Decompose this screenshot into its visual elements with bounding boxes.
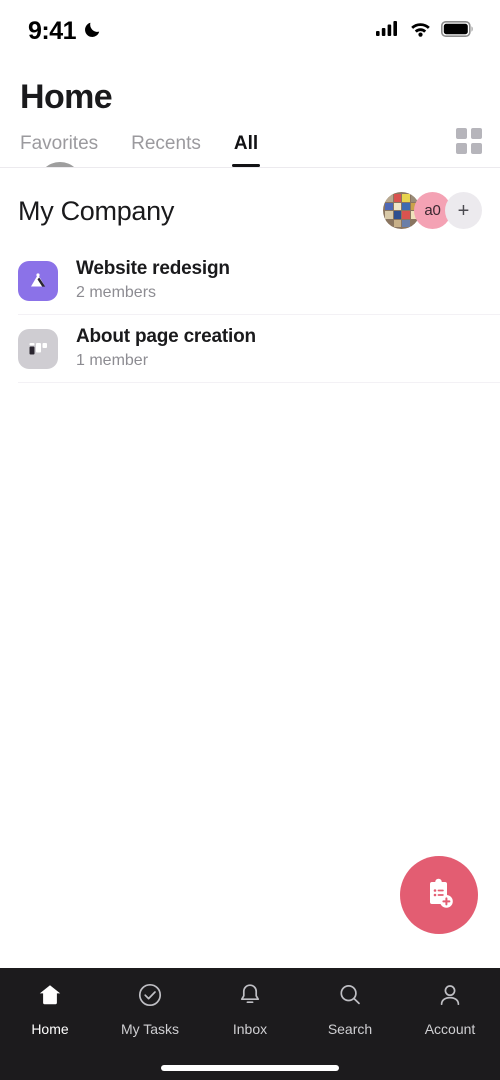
nav-label-search: Search [327,1021,373,1037]
moon-icon [83,19,103,44]
cellular-signal-icon [376,20,400,42]
tab-favorites[interactable]: Favorites [20,133,98,167]
grid-cell [456,128,467,139]
tab-all-label: All [233,133,259,154]
home-icon [36,981,64,1014]
project-title: About page creation [76,326,256,347]
tab-favorites-label: Favorites [20,133,99,154]
tab-bar: Favorites Recents All [0,118,500,168]
status-bar: 9:41 [0,0,500,62]
new-task-fab[interactable] [400,856,478,934]
board-columns-icon [18,328,58,369]
battery-full-icon [441,20,474,42]
bell-icon [236,981,264,1014]
member-avatar-initials-label: a0 [424,202,441,219]
status-bar-right [376,20,474,42]
status-time: 9:41 [28,16,77,45]
nav-item-home[interactable]: Home [0,981,100,1065]
member-avatar-group: a0 + [383,192,482,229]
main-content: My Company a0 + Website redesign 2 membe… [0,168,500,968]
bottom-navigation: Home My Tasks Inbox Search Account [0,968,500,1080]
add-member-button[interactable]: + [445,192,482,229]
project-title: Website redesign [76,258,230,279]
list-item[interactable]: About page creation 1 member [0,315,500,383]
bottom-nav-items: Home My Tasks Inbox Search Account [0,968,500,1065]
nav-item-inbox[interactable]: Inbox [200,981,300,1065]
search-icon [336,981,364,1014]
project-members: 1 member [76,352,149,369]
company-header: My Company a0 + [0,168,500,247]
page-title: Home [20,78,113,116]
grid-cell [471,128,482,139]
wifi-icon [409,20,432,42]
nav-label-my-tasks: My Tasks [120,1021,180,1037]
new-task-icon [419,874,459,917]
person-icon [436,981,464,1014]
project-text: Website redesign 2 members [76,257,230,304]
project-members: 2 members [76,284,157,301]
nav-item-account[interactable]: Account [400,981,500,1065]
tab-all[interactable]: All [231,133,261,167]
plus-icon: + [457,199,470,222]
nav-label-inbox: Inbox [232,1021,268,1037]
list-item[interactable]: Website redesign 2 members [0,247,500,315]
nav-label-home: Home [31,1021,69,1037]
mountain-icon [18,260,58,301]
project-text: About page creation 1 member [76,325,256,372]
tab-recents-label: Recents [131,133,201,154]
grid-cell [456,143,467,154]
company-name: My Company [18,195,175,226]
status-bar-left: 9:41 [28,16,103,45]
check-circle-icon [136,981,164,1014]
nav-item-search[interactable]: Search [300,981,400,1065]
grid-cell [471,143,482,154]
project-list: Website redesign 2 members About page cr… [0,247,500,383]
home-indicator [161,1065,339,1071]
app-screen: 9:41 Home Favorites Recents All My Compa… [0,0,500,1080]
grid-view-icon[interactable] [456,128,482,154]
nav-label-account: Account [424,1021,476,1037]
page-header: Home [0,62,500,206]
tab-recents[interactable]: Recents [131,133,201,167]
nav-item-my-tasks[interactable]: My Tasks [100,981,200,1065]
